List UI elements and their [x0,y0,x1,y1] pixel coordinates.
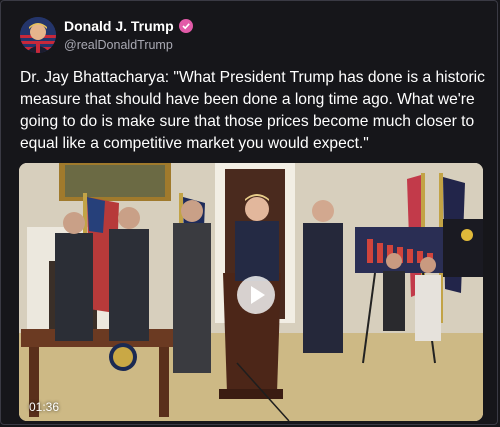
verified-badge-icon [178,19,193,33]
play-button[interactable] [237,276,275,314]
author-name-row: Donald J. Trump [64,18,193,34]
author-handle[interactable]: @realDonaldTrump [64,38,173,52]
play-icon [251,286,265,304]
author-name[interactable]: Donald J. Trump [64,18,174,34]
video-duration: 01:36 [29,400,60,414]
author-avatar[interactable] [20,17,56,53]
video-player[interactable]: 01:36 [19,163,483,421]
post-card: Donald J. Trump @realDonaldTrump Dr. Jay… [0,0,498,425]
post-text: Dr. Jay Bhattacharya: "What President Tr… [20,69,485,152]
